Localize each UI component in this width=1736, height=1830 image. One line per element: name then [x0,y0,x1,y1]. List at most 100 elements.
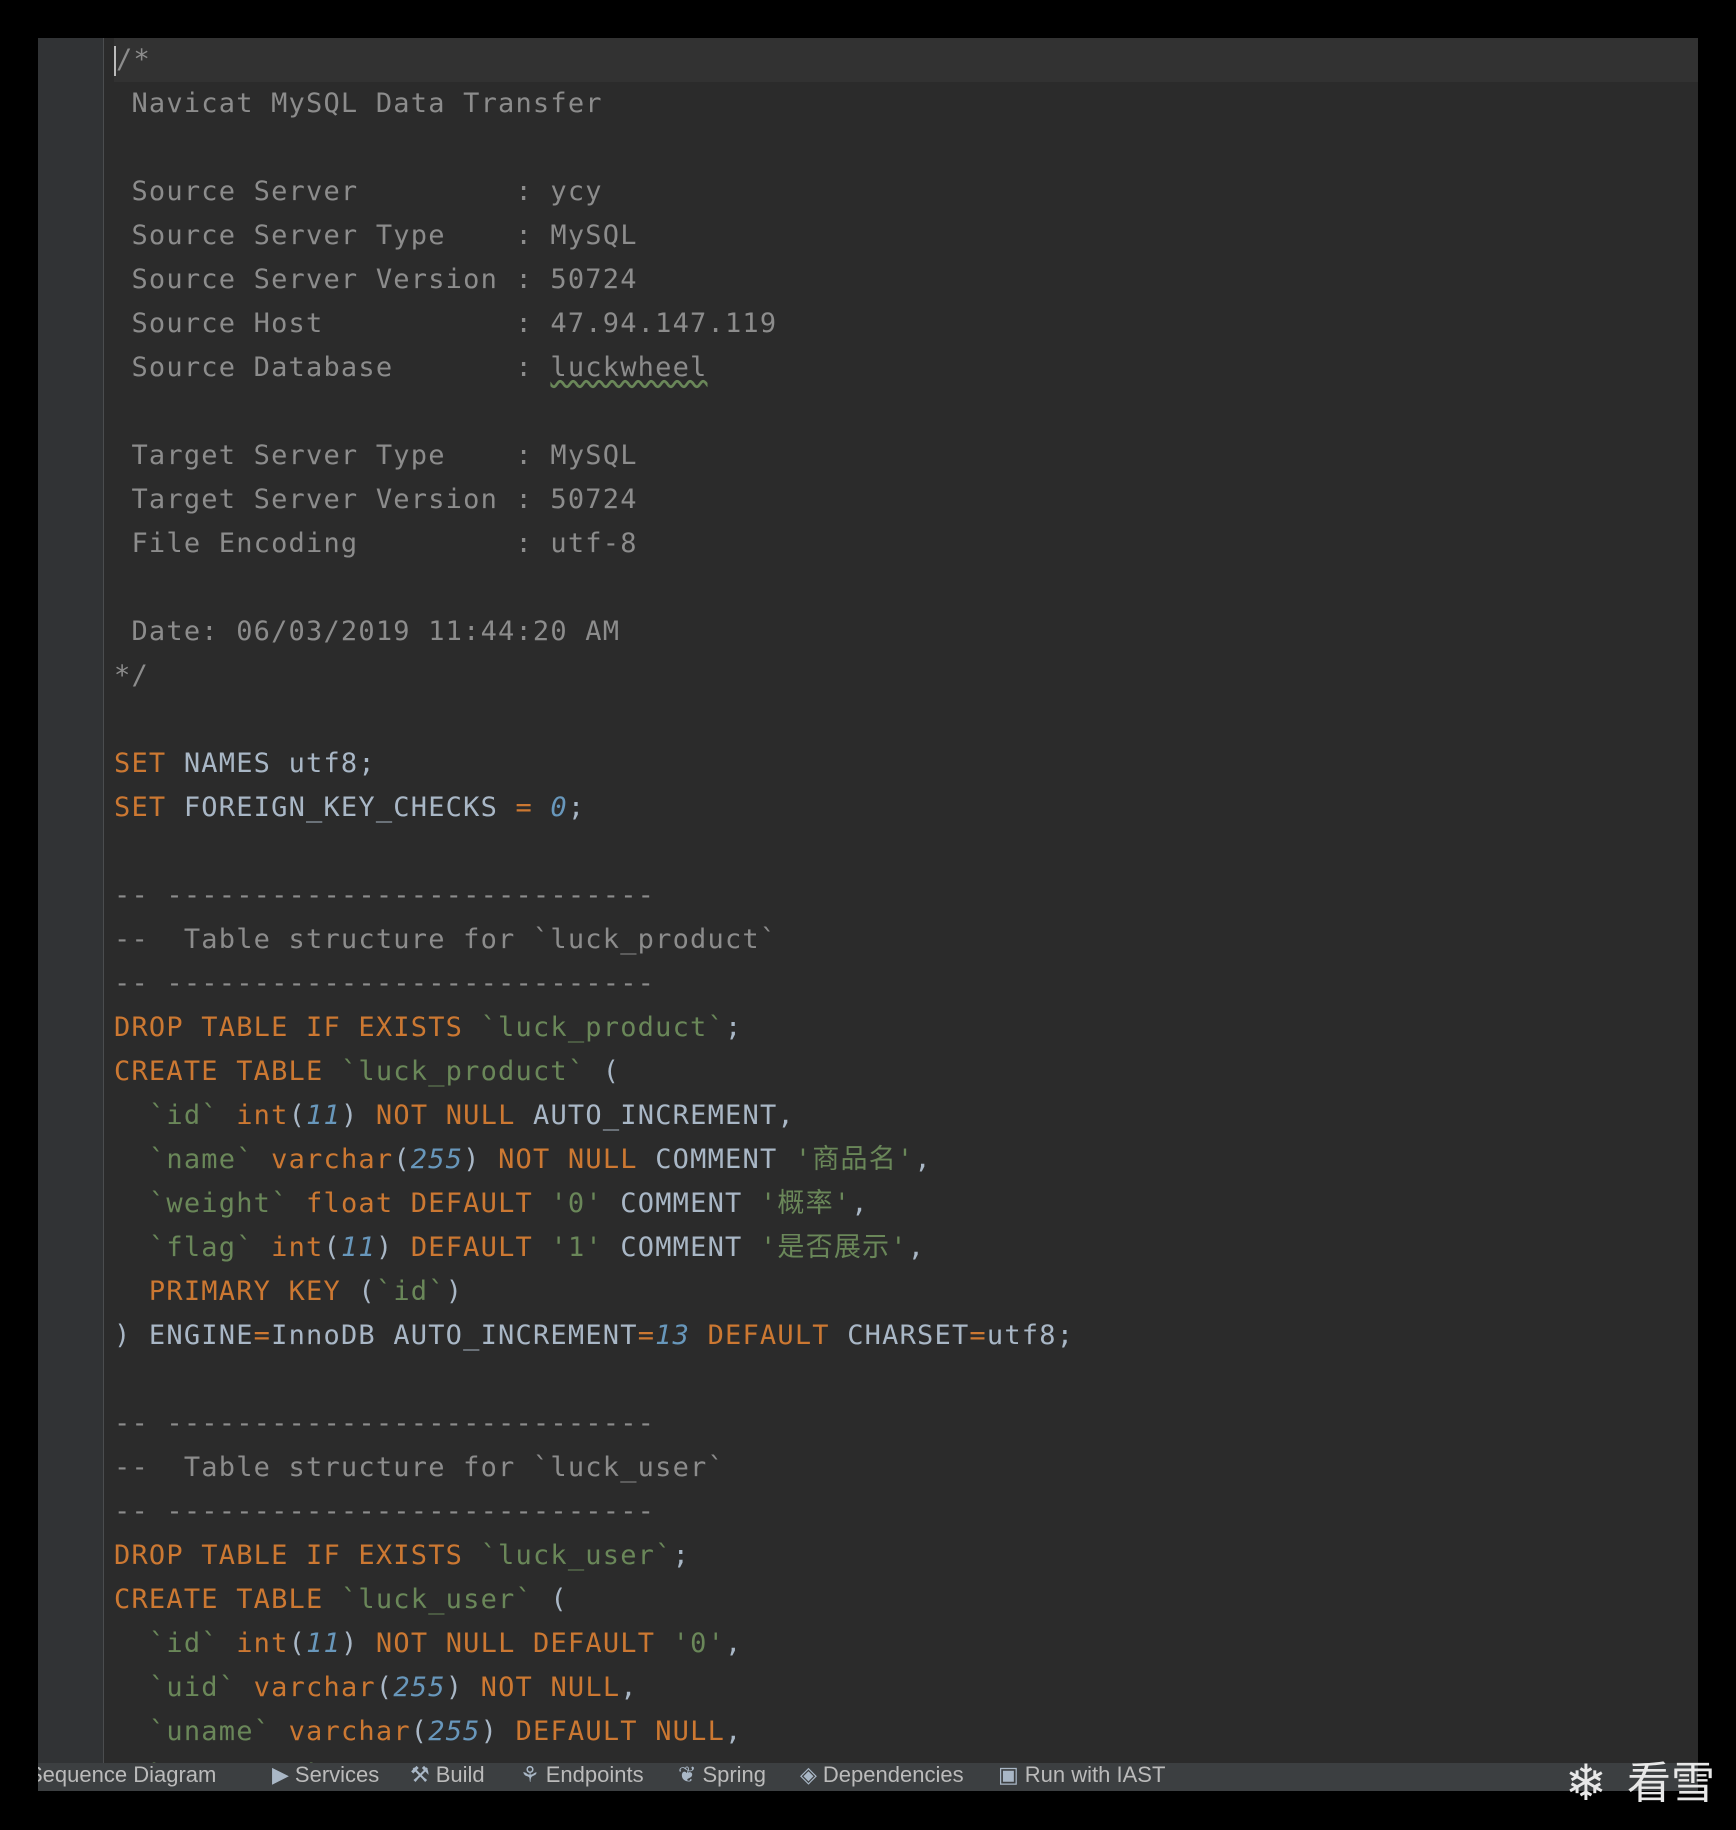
code-line[interactable]: DROP TABLE IF EXISTS `luck_product`; [114,1006,1698,1050]
editor-gutter [38,38,103,1763]
code-line[interactable]: -- ---------------------------- [114,874,1698,918]
code-line[interactable] [114,390,1698,434]
code-token: `id` [148,1628,219,1659]
code-token: `luck_product` [480,1012,725,1043]
tool-window-icon: ⚒ [410,1763,430,1787]
code-line[interactable]: Navicat MySQL Data Transfer [114,82,1698,126]
tool-window-icon: ◈ [800,1763,817,1787]
code-line[interactable] [114,566,1698,610]
code-line[interactable]: Target Server Version : 50724 [114,478,1698,522]
code-token: float [306,1188,394,1219]
code-line[interactable]: `weight` float DEFAULT '0' COMMENT '概率', [114,1182,1698,1226]
code-line[interactable]: CREATE TABLE `luck_product` ( [114,1050,1698,1094]
tool-window-endpoints[interactable]: ⚘ Endpoints [520,1763,644,1790]
code-token: , [725,1716,743,1747]
tool-window-dependencies[interactable]: ◈ Dependencies [800,1763,964,1790]
code-line[interactable]: SET FOREIGN_KEY_CHECKS = 0; [114,786,1698,830]
code-line[interactable]: -- Table structure for `luck_product` [114,918,1698,962]
code-token: `luck_user` [340,1584,533,1615]
code-token: Target Server Type : MySQL [114,440,638,471]
code-line[interactable]: Date: 06/03/2019 11:44:20 AM [114,610,1698,654]
tool-window-label: Build [435,1763,485,1787]
snowflake-icon: ❄ [1565,1754,1607,1812]
code-token: varchar [253,1672,376,1703]
code-token: ) [480,1716,516,1747]
code-token: , [907,1232,926,1263]
code-token: ; [567,792,586,823]
code-token: `uname` [148,1716,272,1747]
code-line[interactable]: Source Server Version : 50724 [114,258,1698,302]
code-line[interactable]: `uid` varchar(255) NOT NULL, [114,1666,1698,1710]
code-line[interactable]: `flag` int(11) DEFAULT '1' COMMENT '是否展示… [114,1226,1698,1270]
code-line[interactable]: `id` int(11) NOT NULL DEFAULT '0', [114,1622,1698,1666]
code-line[interactable]: Target Server Type : MySQL [114,434,1698,478]
code-token: SET [114,792,167,823]
code-token: -- Table structure for `luck_product` [114,924,778,955]
code-line[interactable]: File Encoding : utf-8 [114,522,1698,566]
code-line[interactable] [114,126,1698,170]
code-token: ( [375,1672,394,1703]
code-token: NAMES utf8; [166,748,376,779]
code-line[interactable]: DROP TABLE IF EXISTS `luck_user`; [114,1534,1698,1578]
tool-window-build[interactable]: ⚒ Build [410,1763,485,1790]
code-line[interactable]: */ [114,654,1698,698]
code-line[interactable] [114,698,1698,742]
code-line[interactable]: CREATE TABLE `luck_user` ( [114,1578,1698,1622]
code-line[interactable]: Source Server Type : MySQL [114,214,1698,258]
code-token: /* [116,44,151,75]
tool-window-spring[interactable]: ❦ Spring [678,1763,766,1790]
code-line[interactable]: Source Database : luckwheel [114,346,1698,390]
code-line[interactable]: `name` varchar(255) NOT NULL COMMENT '商品… [114,1138,1698,1182]
code-editor[interactable]: /* Navicat MySQL Data Transfer Source Se… [38,38,1698,1763]
code-line[interactable]: ) ENGINE=InnoDB AUTO_INCREMENT=13 DEFAUL… [114,1314,1698,1358]
code-line[interactable] [114,1358,1698,1402]
code-token: ( [585,1056,621,1087]
code-line[interactable]: PRIMARY KEY (`id`) [114,1270,1698,1314]
code-token: ) [340,1628,376,1659]
code-token: ( [288,1100,307,1131]
code-token: utf8; [986,1320,1075,1351]
code-token: InnoDB AUTO_INCREMENT [271,1320,638,1351]
code-token: DEFAULT NULL [515,1716,726,1747]
code-token: ( [323,1232,341,1263]
code-line[interactable]: -- ---------------------------- [114,962,1698,1006]
code-line[interactable]: -- Table structure for `luck_user` [114,1446,1698,1490]
code-token: ( [410,1716,429,1747]
tool-window-sequence-diagram[interactable]: Sequence Diagram [38,1763,216,1790]
bottom-tool-window-bar: Sequence Diagram ▶ Services ⚒ Build ⚘ Endpoint… [38,1763,1698,1791]
code-line[interactable] [114,830,1698,874]
code-area[interactable]: /* Navicat MySQL Data Transfer Source Se… [114,38,1698,1763]
code-token: NOT NULL DEFAULT [375,1628,656,1659]
code-line[interactable]: -- ---------------------------- [114,1490,1698,1534]
code-token: DEFAULT [707,1320,830,1351]
code-line[interactable]: Source Server : ycy [114,170,1698,214]
code-token: 255 [393,1672,446,1703]
code-token: 11 [306,1100,341,1131]
code-line[interactable]: `id` int(11) NOT NULL AUTO_INCREMENT, [114,1094,1698,1138]
code-token: ) [445,1276,464,1307]
code-token: = [515,792,533,823]
tool-window-run-with-iast[interactable]: ▣ Run with IAST [998,1763,1165,1790]
code-line[interactable]: `uname` varchar(255) DEFAULT NULL, [114,1710,1698,1754]
code-line[interactable]: -- ---------------------------- [114,1402,1698,1446]
watermark-text: 看雪 [1627,1758,1715,1809]
code-token: int [236,1628,289,1659]
tool-window-icon: ▣ [998,1763,1019,1787]
code-line[interactable]: Source Host : 47.94.147.119 [114,302,1698,346]
code-token: Date: 06/03/2019 11:44:20 AM [114,616,621,647]
code-line[interactable]: `province` varchar(255) DEFAULT NULL [114,1754,1698,1763]
code-line[interactable]: SET NAMES utf8; [114,742,1698,786]
code-line[interactable]: /* [114,38,1698,82]
code-token: `id` [148,1100,219,1131]
tool-window-services[interactable]: ▶ Services [272,1763,379,1790]
code-token: Navicat MySQL Data Transfer [114,88,603,119]
